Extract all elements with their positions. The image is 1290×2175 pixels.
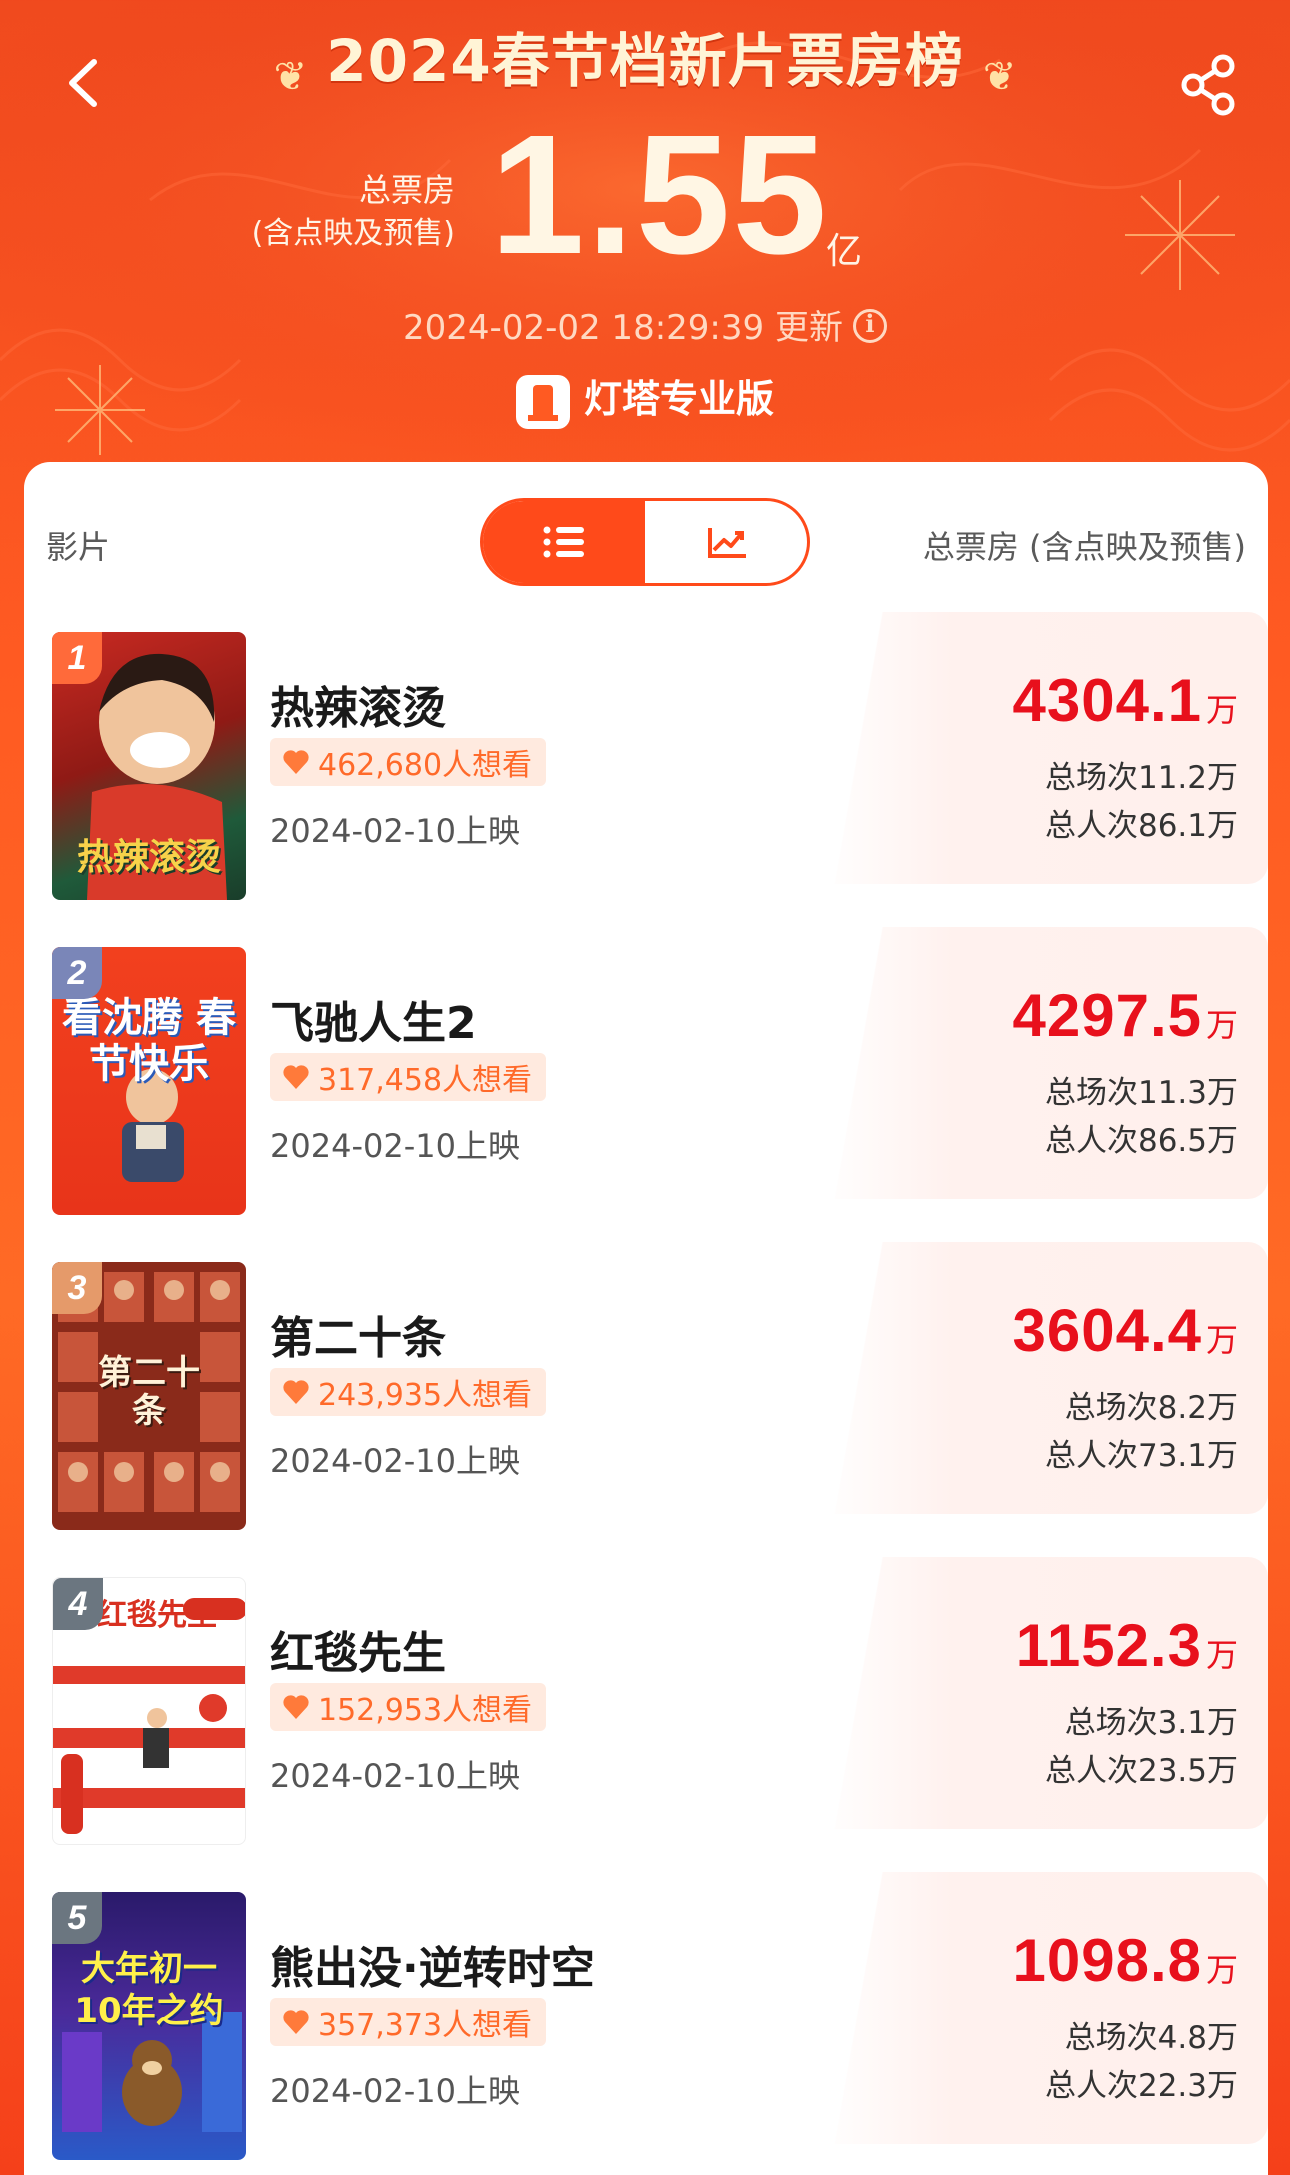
poster-title: 看沈腾 春节快乐 (62, 995, 236, 1087)
admissions: 总人次86.1万 (1044, 808, 1238, 844)
total-label-line2: (含点映及预售) (251, 216, 455, 251)
total-label-line1: 总票房 (358, 171, 455, 209)
share-icon (1181, 54, 1235, 116)
film-poster[interactable]: 红毯先生 4 (52, 1577, 246, 1845)
heart-icon (283, 1065, 309, 1089)
laurel-left-icon: ❦ (273, 53, 308, 100)
screenings: 总场次8.2万 (1064, 1390, 1238, 1426)
poster-title: 热辣滚烫 (76, 837, 221, 878)
want-to-see-badge: 462,680人想看 (270, 738, 547, 786)
info-icon[interactable] (852, 309, 887, 343)
poster-title: 大年初一 10年之约 (74, 1949, 224, 2031)
screenings: 总场次11.3万 (1044, 1075, 1238, 1111)
box-office-value: 3604.4 (1012, 1297, 1202, 1364)
list-icon (543, 526, 584, 558)
want-count: 243,935人想看 (318, 1378, 533, 1413)
want-count: 462,680人想看 (318, 748, 533, 783)
release-date: 2024-02-10上映 (270, 2072, 520, 2110)
want-to-see-badge: 357,373人想看 (270, 1998, 547, 2046)
box-office-unit: 万 (1205, 1006, 1238, 1044)
heart-icon (283, 1695, 309, 1719)
update-time-row: 2024-02-02 18:29:39 更新 (0, 300, 1290, 349)
want-to-see-badge: 243,935人想看 (270, 1368, 547, 1416)
box-office-value: 1098.8 (1012, 1927, 1202, 1994)
release-date: 2024-02-10上映 (270, 812, 520, 850)
want-count: 317,458人想看 (318, 1063, 533, 1098)
trend-view-button[interactable] (645, 501, 807, 583)
film-name: 飞驰人生2 (270, 998, 477, 1049)
total-unit: 亿 (826, 231, 863, 272)
film-name: 第二十条 (270, 1313, 446, 1364)
total-label: 总票房 (含点映及预售) (240, 168, 455, 256)
release-date: 2024-02-10上映 (270, 1127, 520, 1165)
lighthouse-logo-icon (515, 374, 570, 429)
rank-badge: 4 (53, 1578, 103, 1630)
box-office-value: 4304.1 (1012, 667, 1202, 734)
heart-icon (283, 750, 309, 774)
box-office: 1152.3 万 (1016, 1611, 1238, 1680)
admissions: 总人次73.1万 (1044, 1438, 1238, 1474)
rank-badge: 1 (52, 632, 102, 684)
page-title: 2024春节档新片票房榜 (326, 27, 964, 95)
view-toggle (480, 498, 810, 586)
film-row[interactable]: 热辣滚烫 1 热辣滚烫 462,680人想看 2024-02-10上映 4304… (24, 612, 1268, 900)
admissions: 总人次23.5万 (1044, 1753, 1238, 1789)
box-office: 4304.1 万 (1012, 666, 1238, 735)
release-date: 2024-02-10上映 (270, 1757, 520, 1795)
brand: 灯塔专业版 (0, 368, 1290, 429)
screenings: 总场次4.8万 (1064, 2020, 1238, 2056)
box-office: 3604.4 万 (1012, 1296, 1238, 1365)
header: ❦ 2024春节档新片票房榜 ❦ 总票房 (含点映及预售) 1.55 亿 202… (0, 0, 1290, 470)
total-box-office: 1.55 (490, 100, 829, 290)
admissions: 总人次86.5万 (1044, 1123, 1238, 1159)
screenings: 总场次11.2万 (1044, 760, 1238, 796)
box-office: 1098.8 万 (1012, 1926, 1238, 1995)
column-header-film: 影片 (46, 528, 111, 566)
admissions: 总人次22.3万 (1044, 2068, 1238, 2104)
ranking-card: 影片 总票房 (含点映及预售) 热辣滚烫 1 热辣滚烫 462,680人想看 2… (24, 462, 1268, 2175)
film-row[interactable]: 大年初一 10年之约 5 熊出没·逆转时空 357,373人想看 2024-02… (24, 1872, 1268, 2160)
title-area: ❦ 2024春节档新片票房榜 ❦ (0, 14, 1290, 100)
film-poster[interactable]: 第二十条 3 (52, 1262, 246, 1530)
trend-chart-icon (708, 528, 746, 558)
film-poster[interactable]: 大年初一 10年之约 5 (52, 1892, 246, 2160)
box-office-unit: 万 (1205, 1321, 1238, 1359)
column-header-total: 总票房 (含点映及预售) (922, 528, 1246, 566)
screenings: 总场次3.1万 (1064, 1705, 1238, 1741)
box-office-unit: 万 (1205, 1636, 1238, 1674)
share-button[interactable] (1175, 50, 1245, 120)
want-count: 357,373人想看 (318, 2008, 533, 2043)
box-office-value: 4297.5 (1012, 982, 1202, 1049)
want-to-see-badge: 317,458人想看 (270, 1053, 547, 1101)
box-office-value: 1152.3 (1015, 1612, 1202, 1679)
film-name: 熊出没·逆转时空 (270, 1943, 595, 1994)
rank-badge: 3 (52, 1262, 102, 1314)
poster-title: 第二十条 (98, 1353, 200, 1431)
release-date: 2024-02-10上映 (270, 1442, 520, 1480)
want-to-see-badge: 152,953人想看 (270, 1683, 547, 1731)
film-row[interactable]: 第二十条 3 第二十条 243,935人想看 2024-02-10上映 3604… (24, 1242, 1268, 1530)
box-office-unit: 万 (1205, 691, 1238, 729)
box-office: 4297.5 万 (1012, 981, 1238, 1050)
film-name: 热辣滚烫 (270, 683, 446, 734)
brand-name: 灯塔专业版 (583, 377, 774, 421)
film-name: 红毯先生 (270, 1628, 446, 1679)
update-time: 2024-02-02 18:29:39 更新 (403, 308, 843, 348)
film-row[interactable]: 看沈腾 春节快乐 2 飞驰人生2 317,458人想看 2024-02-10上映… (24, 927, 1268, 1215)
film-poster[interactable]: 看沈腾 春节快乐 2 (52, 947, 246, 1215)
want-count: 152,953人想看 (318, 1693, 533, 1728)
heart-icon (283, 2010, 309, 2034)
rank-badge: 5 (52, 1892, 102, 1944)
list-view-button[interactable] (483, 501, 645, 583)
rank-badge: 2 (52, 947, 102, 999)
laurel-right-icon: ❦ (982, 53, 1017, 100)
heart-icon (283, 1380, 309, 1404)
film-row[interactable]: 红毯先生 4 红毯先生 152,953人想看 2024-02-10上映 1152… (24, 1557, 1268, 1845)
box-office-unit: 万 (1205, 1951, 1238, 1989)
film-poster[interactable]: 热辣滚烫 1 (52, 632, 246, 900)
